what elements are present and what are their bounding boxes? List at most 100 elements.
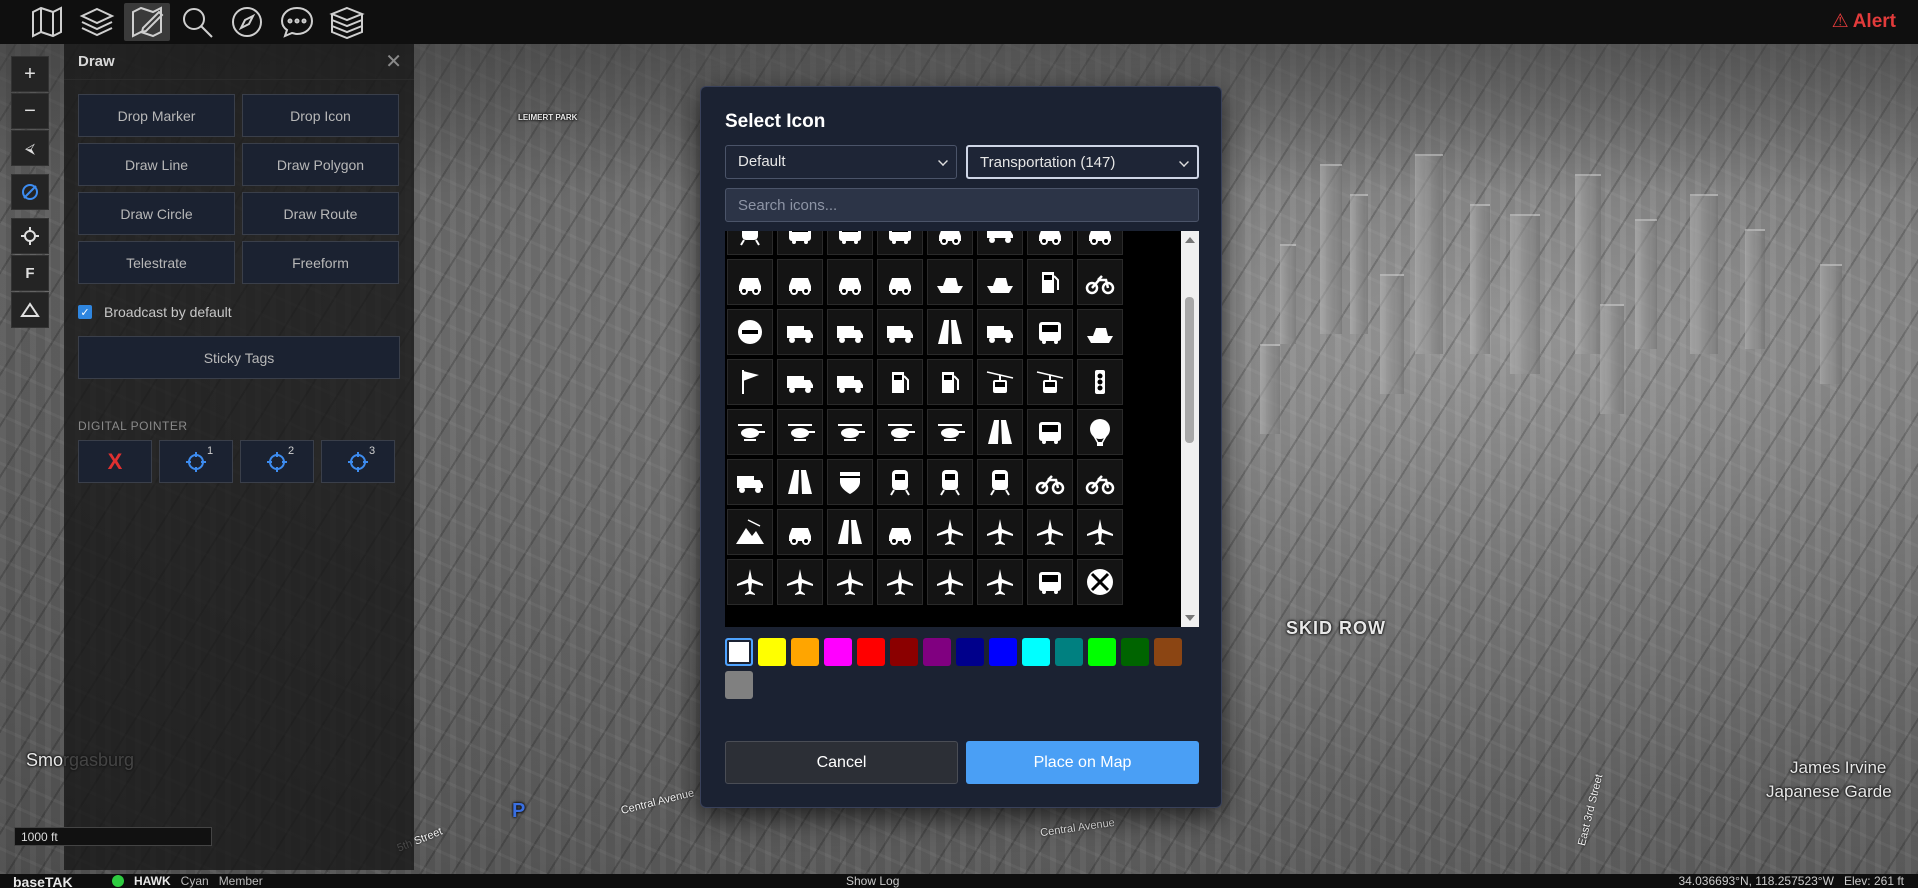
chat-icon[interactable] [274,3,320,41]
helicopter-3-icon[interactable] [827,409,873,455]
airplane-3-icon[interactable] [1027,509,1073,555]
scroll-down-icon[interactable] [1185,615,1195,621]
highway-icon[interactable] [977,409,1023,455]
close-icon[interactable]: ✕ [385,49,402,74]
tractor-icon[interactable] [977,309,1023,355]
flag-icon[interactable] [727,359,773,405]
gas-pump-icon[interactable] [877,359,923,405]
metro-icon[interactable] [977,459,1023,505]
scroll-up-icon[interactable] [1185,237,1195,243]
scrollbar[interactable] [1181,231,1199,627]
shuttle-bus-icon[interactable] [1027,559,1073,605]
color-swatch[interactable] [890,638,918,666]
place-on-map-button[interactable]: Place on Map [966,741,1199,784]
color-swatch[interactable] [725,671,753,699]
drop-icon-button[interactable]: Drop Icon [242,94,399,137]
limo-icon[interactable] [927,231,973,255]
bus-front-icon[interactable] [777,231,823,255]
airplane-icon[interactable] [927,509,973,555]
camper-front-icon[interactable] [1027,309,1073,355]
ev-charger-icon[interactable] [927,359,973,405]
color-swatch[interactable] [1088,638,1116,666]
broadcast-checkbox[interactable]: ✓ [78,305,92,319]
pointer-2-button[interactable]: 2 [240,440,314,483]
alert-button[interactable]: ⚠ Alert [1832,10,1896,33]
speedboat-icon[interactable] [1077,309,1123,355]
cable-car-icon[interactable] [1027,359,1073,405]
hot-air-balloon-icon[interactable] [1077,409,1123,455]
locate-icon[interactable] [11,218,49,254]
tanker-icon[interactable] [777,359,823,405]
car-front-icon[interactable] [777,259,823,305]
offroad-icon[interactable] [827,509,873,555]
airport-icon[interactable] [877,559,923,605]
small-plane-icon[interactable] [1077,509,1123,555]
color-swatch[interactable] [956,638,984,666]
no-entry-icon[interactable] [727,309,773,355]
fuel-attendant-icon[interactable] [1027,259,1073,305]
tram-icon[interactable] [727,231,773,255]
helicopter-icon[interactable] [727,409,773,455]
motorcycle-icon[interactable] [1077,259,1123,305]
zoom-in-button[interactable]: + [11,56,49,92]
f-key-button[interactable]: F [11,255,49,291]
bus-icon[interactable] [827,231,873,255]
glider-icon[interactable] [927,559,973,605]
terrain-icon[interactable] [11,292,49,328]
sticky-tags-button[interactable]: Sticky Tags [78,336,400,379]
data-package-icon[interactable] [324,3,370,41]
rv-icon[interactable] [1027,409,1073,455]
layers-icon[interactable] [74,3,120,41]
color-swatch[interactable] [1121,638,1149,666]
color-swatch[interactable] [989,638,1017,666]
pointer-3-button[interactable]: 3 [321,440,395,483]
cargo-ship-icon[interactable] [977,259,1023,305]
ship-wreck-icon[interactable] [927,259,973,305]
search-input[interactable] [725,188,1199,222]
color-swatch[interactable] [1022,638,1050,666]
heliport-icon[interactable] [927,409,973,455]
departing-plane-icon[interactable] [727,559,773,605]
road-sign-icon[interactable] [777,459,823,505]
sedan-icon[interactable] [1027,231,1073,255]
hide-icon[interactable] [11,174,49,210]
clear-pointer-button[interactable]: X [78,440,152,483]
dump-truck-icon[interactable] [827,309,873,355]
color-swatch[interactable] [824,638,852,666]
iconset-select[interactable]: Default [725,145,957,179]
forklift-icon[interactable] [827,359,873,405]
draw-line-button[interactable]: Draw Line [78,143,235,186]
draw-circle-button[interactable]: Draw Circle [78,192,235,235]
car-roof-rack-icon[interactable] [827,259,873,305]
mining-truck-icon[interactable] [877,309,923,355]
scroll-thumb[interactable] [1185,297,1194,443]
cancel-button[interactable]: Cancel [725,741,958,784]
interstate-shield-icon[interactable] [827,459,873,505]
landing-plane-icon[interactable] [777,559,823,605]
telestrate-button[interactable]: Telestrate [78,241,235,284]
jet-icon[interactable] [827,559,873,605]
color-swatch[interactable] [1154,638,1182,666]
user-info[interactable]: HAWK Cyan Member [112,874,263,888]
scooter-icon[interactable] [1027,459,1073,505]
sport-bike-icon[interactable] [1077,459,1123,505]
road-icon[interactable] [927,309,973,355]
locomotive-icon[interactable] [877,459,923,505]
drop-marker-button[interactable]: Drop Marker [78,94,235,137]
color-swatch[interactable] [1055,638,1083,666]
color-swatch[interactable] [923,638,951,666]
helicopter-2-icon[interactable] [777,409,823,455]
map-icon[interactable] [24,3,70,41]
jeep-icon[interactable] [777,509,823,555]
mountain-lift-icon[interactable] [727,509,773,555]
freeform-button[interactable]: Freeform [242,241,399,284]
color-swatch[interactable] [725,638,753,666]
show-log-link[interactable]: Show Log [846,874,899,888]
aircraft-tag-icon[interactable] [977,559,1023,605]
draw-icon[interactable] [124,3,170,41]
color-swatch[interactable] [758,638,786,666]
zoom-out-button[interactable]: − [11,93,49,129]
color-swatch[interactable] [791,638,819,666]
pickup-icon[interactable] [877,509,923,555]
draw-route-button[interactable]: Draw Route [242,192,399,235]
